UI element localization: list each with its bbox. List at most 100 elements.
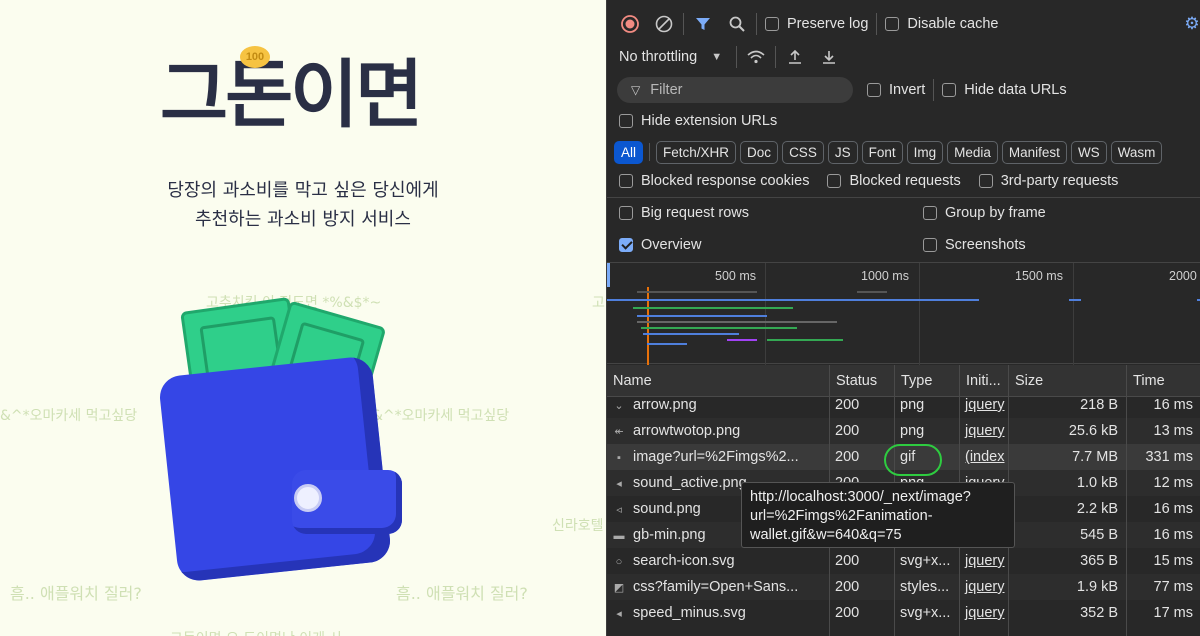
table-row[interactable]: ◩ css?family=Open+Sans... 200 styles... jque… <box>607 574 1200 600</box>
cell-status: 200 <box>835 605 860 621</box>
throttling-value: No throttling <box>619 49 698 65</box>
big-request-rows-checkbox[interactable]: Big request rows <box>619 205 749 221</box>
filter-icon[interactable] <box>692 13 714 35</box>
invert-label: Invert <box>889 82 926 98</box>
preserve-log-checkbox[interactable]: Preserve log <box>765 16 868 32</box>
cell-type: svg+x... <box>900 553 951 569</box>
cell-name: ◂ speed_minus.svg <box>607 600 829 626</box>
throttling-select[interactable]: No throttling ▼ <box>619 49 722 65</box>
request-name: image?url=%2Fimgs%2... <box>633 449 799 465</box>
request-name: css?family=Open+Sans... <box>633 579 799 595</box>
initiator-link[interactable]: jquery <box>965 397 1005 413</box>
cell-initiator[interactable]: (index <box>959 444 1008 470</box>
chip-media[interactable]: Media <box>947 140 998 164</box>
invert-checkbox[interactable]: Invert <box>867 82 925 98</box>
cell-type: png <box>900 423 925 439</box>
chip-font[interactable]: Font <box>861 140 903 164</box>
cell-time: 16 ms <box>1153 501 1194 517</box>
file-type-icon: ↞ <box>614 426 624 438</box>
filter-input[interactable]: ▽ Filter <box>617 77 853 103</box>
screenshots-label: Screenshots <box>945 237 1026 253</box>
upload-icon[interactable] <box>784 46 806 68</box>
cell-time: 16 ms <box>1153 527 1194 543</box>
request-name: arrow.png <box>633 397 697 413</box>
initiator-link[interactable]: jquery <box>965 423 1005 439</box>
filter-placeholder: Filter <box>650 82 683 98</box>
download-icon[interactable] <box>818 46 840 68</box>
request-name: speed_minus.svg <box>633 605 746 621</box>
chip-all[interactable]: All <box>614 140 644 164</box>
file-type-icon: ▪ <box>617 452 621 464</box>
big-request-rows-label: Big request rows <box>641 205 749 221</box>
cell-initiator[interactable]: jquery <box>959 392 1008 418</box>
cell-initiator[interactable]: jquery <box>959 574 1008 600</box>
cell-time: 331 ms <box>1145 449 1193 465</box>
timeline-overview[interactable]: 500 ms 1000 ms 1500 ms 2000 <box>607 262 1200 365</box>
hide-extension-urls-label: Hide extension URLs <box>641 113 778 129</box>
tick-label: 1000 ms <box>861 269 909 283</box>
record-icon[interactable] <box>619 13 641 35</box>
table-row[interactable]: ⌄ arrow.png 200 png jquery 218 B 16 ms <box>607 392 1200 418</box>
blocked-cookies-checkbox[interactable]: Blocked response cookies <box>619 173 809 189</box>
disable-cache-checkbox[interactable]: Disable cache <box>885 16 998 32</box>
third-party-checkbox[interactable]: 3rd-party requests <box>978 173 1118 189</box>
overview-checkbox[interactable]: Overview <box>619 237 701 253</box>
preserve-log-label: Preserve log <box>787 16 869 32</box>
cell-initiator[interactable]: jquery <box>959 600 1008 626</box>
cell-size: 352 B <box>1080 605 1118 621</box>
gear-icon[interactable]: ⚙ <box>1181 13 1200 35</box>
file-type-icon: ◩ <box>613 582 625 594</box>
tick-label: 2000 <box>1169 269 1197 283</box>
app-panel: 고추치킨 이 정도면 *%&$*~ &^*오마카세 먹고싶당 &^*오마카세 먹… <box>0 0 606 636</box>
cell-name: ○ search-icon.svg <box>607 548 829 574</box>
chip-manifest[interactable]: Manifest <box>1001 140 1067 164</box>
blocked-requests-checkbox[interactable]: Blocked requests <box>827 173 961 189</box>
cell-initiator[interactable]: jquery <box>959 418 1008 444</box>
chip-ws[interactable]: WS <box>1070 140 1107 164</box>
overview-label: Overview <box>641 237 702 253</box>
group-by-frame-checkbox[interactable]: Group by frame <box>923 205 1046 221</box>
screenshots-checkbox[interactable]: Screenshots <box>923 237 1026 253</box>
chip-img[interactable]: Img <box>906 140 944 164</box>
chip-doc[interactable]: Doc <box>740 140 779 164</box>
wallet-illustration <box>157 290 420 590</box>
cell-name: ▪ image?url=%2Fimgs%2... <box>607 444 829 470</box>
cell-status: 200 <box>835 579 860 595</box>
cell-type: png <box>900 397 925 413</box>
cell-size: 1.9 kB <box>1076 579 1118 595</box>
initiator-link[interactable]: jquery <box>965 605 1005 621</box>
cell-initiator[interactable]: jquery <box>959 548 1008 574</box>
blocked-cookies-label: Blocked response cookies <box>641 173 810 189</box>
chip-wasm[interactable]: Wasm <box>1110 140 1163 164</box>
hide-data-urls-checkbox[interactable]: Hide data URLs <box>942 82 1067 98</box>
hide-extension-urls-checkbox[interactable]: Hide extension URLs <box>619 113 777 129</box>
network-conditions-icon[interactable] <box>745 46 767 68</box>
wallet-icon <box>157 355 393 583</box>
cell-size: 7.7 MB <box>1072 449 1118 465</box>
table-row[interactable]: ◂ speed_minus.svg 200 svg+x... jquery 352 B 17… <box>607 600 1200 626</box>
bg-text: 그돈이면 오 도이면난 이게 사 <box>170 628 342 636</box>
file-type-icon: ⌄ <box>614 400 624 412</box>
initiator-link[interactable]: (index <box>965 449 1005 465</box>
initiator-link[interactable]: jquery <box>965 553 1005 569</box>
cell-size: 218 B <box>1080 397 1118 413</box>
cell-name: ↞ arrowtwotop.png <box>607 418 829 444</box>
cell-time: 12 ms <box>1153 475 1194 491</box>
bg-text: &^*오마카세 먹고싶당 <box>0 408 138 424</box>
request-name: sound_active.png <box>633 475 747 491</box>
clear-icon[interactable] <box>653 13 675 35</box>
wallet-clasp <box>294 484 322 512</box>
table-row[interactable]: ↞ arrowtwotop.png 200 png jquery 25.6 kB 13 ms <box>607 418 1200 444</box>
chip-css[interactable]: CSS <box>782 140 824 164</box>
file-type-icon: ◂ <box>616 608 622 620</box>
chip-fetch-xhr[interactable]: Fetch/XHR <box>656 140 737 164</box>
chevron-down-icon: ▼ <box>711 51 723 63</box>
chip-js[interactable]: JS <box>827 140 858 164</box>
app-logo: 그돈이면 <box>160 52 423 138</box>
table-row[interactable]: ○ search-icon.svg 200 svg+x... jquery 365 B 15… <box>607 548 1200 574</box>
cell-time: 15 ms <box>1153 553 1194 569</box>
resource-type-filter: All Fetch/XHR Doc CSS JS Font Img Media … <box>607 140 1200 164</box>
initiator-link[interactable]: jquery <box>965 579 1005 595</box>
search-icon[interactable] <box>726 13 748 35</box>
tagline-line-2: 추천하는 과소비 방지 서비스 <box>195 209 411 230</box>
